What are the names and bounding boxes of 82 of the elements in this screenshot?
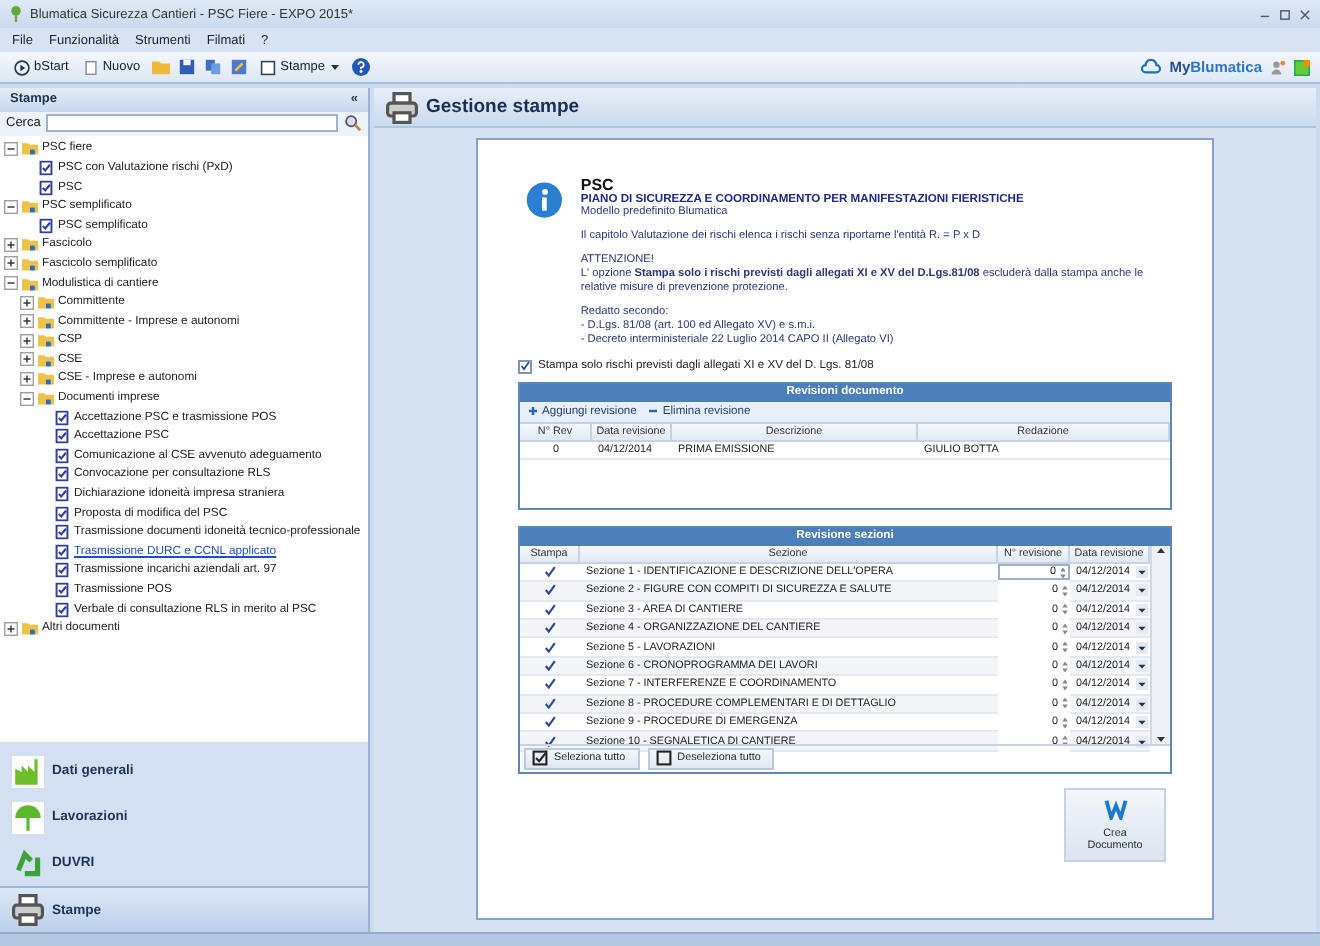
maximize-icon: [1278, 7, 1292, 21]
page-title: Gestione stampe: [426, 96, 580, 118]
caret-icon: [1136, 603, 1148, 616]
caret-icon: [1136, 716, 1148, 729]
caret-icon: [1136, 566, 1148, 579]
spinner-arrows-icon: [1062, 583, 1068, 598]
close-icon: [1298, 7, 1312, 21]
expand-icon[interactable]: [20, 333, 34, 348]
expand-icon[interactable]: [20, 371, 34, 386]
expand-icon[interactable]: [20, 314, 34, 329]
expand-icon[interactable]: [4, 621, 18, 636]
app-icon: [8, 6, 24, 22]
print-checkbox[interactable]: [543, 565, 557, 580]
collapse-icon[interactable]: [4, 199, 18, 214]
cloud-icon: [1139, 58, 1162, 76]
caret-icon: [329, 62, 340, 72]
export-icon: [230, 58, 249, 76]
collapse-icon[interactable]: [20, 391, 34, 406]
umbrella-icon: [12, 801, 44, 833]
print-checkbox[interactable]: [543, 659, 557, 674]
page-icon: [84, 59, 99, 75]
caret-icon: [1136, 622, 1148, 635]
info-icon: [526, 176, 563, 224]
spinner-arrows-icon: [1062, 734, 1068, 749]
print-checkbox[interactable]: [543, 734, 557, 749]
search-field[interactable]: [46, 114, 338, 133]
spinner-arrows-icon: [1062, 659, 1068, 674]
plus-icon: [528, 406, 538, 417]
folder-icon: [22, 140, 38, 157]
print-checkbox[interactable]: [543, 715, 557, 730]
spinner-arrows-icon: [1062, 602, 1068, 617]
caret-icon: [1136, 697, 1148, 710]
play-icon: [14, 59, 30, 75]
spinner-arrows-icon: [1062, 715, 1068, 730]
document-icon: [38, 217, 54, 234]
open-folder-icon: [152, 58, 171, 76]
copy-icon: [204, 58, 223, 76]
word-document-icon: [1103, 796, 1127, 821]
print-checkbox[interactable]: [543, 696, 557, 711]
expand-icon[interactable]: [4, 256, 18, 271]
caret-icon: [1136, 660, 1148, 673]
minus-icon: [648, 406, 659, 417]
print-checkbox[interactable]: [543, 677, 557, 692]
folder-icon: [38, 390, 54, 407]
search-icon: [344, 114, 362, 133]
expand-icon[interactable]: [20, 352, 34, 367]
collapse-icon[interactable]: [4, 276, 18, 291]
document-heading: PSC: [580, 176, 616, 194]
checked-box-icon: [532, 750, 548, 767]
spinner-arrows-icon: [1062, 696, 1068, 711]
check-icon: [520, 360, 530, 373]
spinner-arrows-icon: [1060, 565, 1066, 580]
document-icon: [38, 159, 54, 176]
folder-icon: [22, 198, 38, 215]
down-arrow-icon: [1156, 733, 1166, 744]
option-checkbox[interactable]: [518, 359, 532, 374]
document-icon: [260, 59, 277, 75]
folder-icon: [22, 620, 38, 637]
printer-icon: [12, 894, 44, 926]
spinner-arrows-icon: [1062, 640, 1068, 655]
document-icon: [38, 179, 54, 196]
collapse-icon[interactable]: [4, 141, 18, 156]
print-checkbox[interactable]: [543, 621, 557, 636]
caret-icon: [1136, 584, 1148, 597]
save-icon: [178, 58, 197, 76]
window-icon: [1294, 59, 1310, 75]
factory-icon: [12, 755, 44, 787]
scrollbar[interactable]: [1150, 545, 1170, 744]
user-icon: [1270, 59, 1286, 75]
recycle-icon: [12, 847, 44, 879]
print-checkbox[interactable]: [543, 602, 557, 617]
print-checkbox[interactable]: [543, 583, 557, 598]
caret-icon: [1136, 641, 1148, 654]
expand-icon[interactable]: [4, 237, 18, 252]
up-arrow-icon: [1156, 545, 1166, 556]
caret-icon: [1136, 678, 1148, 691]
printer-icon: [386, 91, 418, 123]
spinner-arrows-icon: [1062, 621, 1068, 636]
spinner-arrows-icon: [1062, 677, 1068, 692]
print-checkbox[interactable]: [543, 640, 557, 655]
help-icon: [351, 58, 370, 76]
expand-icon[interactable]: [20, 295, 34, 310]
